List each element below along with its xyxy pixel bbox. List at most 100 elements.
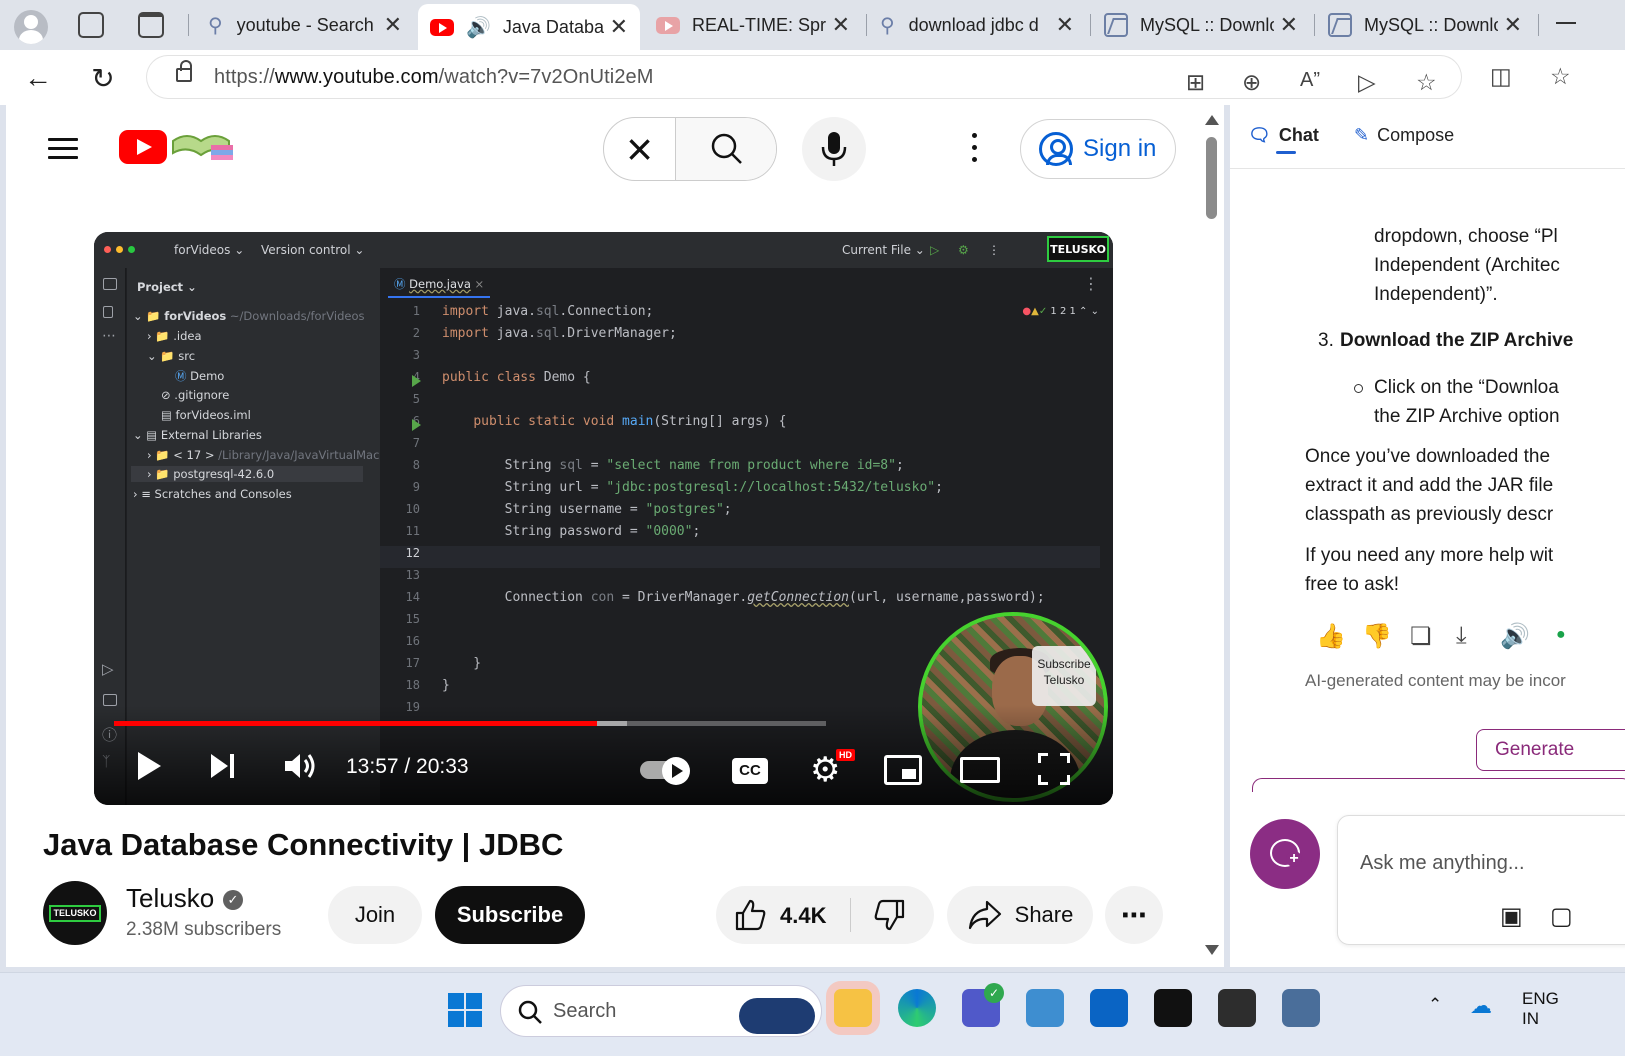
thumbs-up-icon[interactable]: 👍 (1316, 622, 1346, 651)
app-available-icon[interactable]: ⊞ (1186, 69, 1205, 96)
tab-youtube-search[interactable]: ⚲ youtube - Search ✕ (196, 4, 414, 46)
windows-start-icon[interactable] (448, 993, 482, 1027)
more-options-icon[interactable] (964, 133, 984, 167)
scroll-down-arrow-icon[interactable] (1205, 945, 1219, 955)
active-tab-indicator (1276, 151, 1296, 154)
page-scrollbar[interactable] (1200, 105, 1224, 967)
intellij-icon[interactable] (1154, 989, 1192, 1027)
tab-chat[interactable]: 🗨 Chat (1248, 125, 1319, 146)
ask-input[interactable]: Ask me anything... ▣ ▢ (1337, 815, 1625, 945)
code-line: 11 String password = "0000"; (405, 524, 701, 539)
editor-tab: Ⓜ Demo.java × (388, 268, 491, 298)
code-line: 8 String sql = "select name from product… (412, 458, 904, 473)
close-tab-icon[interactable]: ✕ (1274, 12, 1298, 38)
account-icon (1039, 132, 1073, 166)
profile-avatar-icon[interactable] (14, 10, 48, 44)
edge-browser-icon[interactable] (898, 989, 936, 1027)
generate-button[interactable]: Generate (1476, 729, 1625, 771)
channel-avatar-text: TELUSKO (49, 905, 101, 922)
code-line: 13 (405, 568, 420, 582)
miniplayer-icon[interactable] (884, 755, 922, 785)
tab-mysql-download-2[interactable]: MySQL :: Downlo ✕ (1316, 4, 1534, 46)
close-tab-icon[interactable]: ✕ (378, 12, 402, 38)
channel-avatar[interactable]: TELUSKO (43, 881, 107, 945)
theater-mode-icon[interactable] (960, 757, 1000, 783)
tray-chevron-icon[interactable]: ⌃ (1428, 995, 1442, 1015)
back-icon[interactable]: ← (20, 60, 56, 96)
terminal-icon[interactable] (1218, 989, 1256, 1027)
autoplay-toggle[interactable] (640, 757, 696, 785)
chat-text-line: extract it and add the JAR file (1305, 475, 1554, 496)
video-player[interactable]: forVideos ⌄ Version control ⌄ Current Fi… (94, 232, 1113, 805)
tab-actions-icon[interactable] (138, 12, 164, 38)
channel-name[interactable]: Telusko (126, 883, 214, 914)
search-box[interactable]: × (603, 117, 777, 181)
new-tab-icon[interactable] (1556, 22, 1576, 24)
outlook-icon[interactable] (1090, 989, 1128, 1027)
telusko-watermark: TELUSKO (1047, 236, 1109, 262)
menu-icon[interactable] (48, 138, 78, 160)
sign-in-button[interactable]: Sign in (1020, 119, 1176, 179)
next-video-icon[interactable] (208, 749, 238, 783)
close-tab-icon[interactable]: ✕ (826, 12, 850, 38)
join-button[interactable]: Join (328, 886, 422, 944)
tab-java-database[interactable]: 🔊 Java Databa ✕ (418, 4, 640, 50)
clear-search-icon[interactable]: × (604, 118, 676, 180)
notepad-icon[interactable] (1026, 989, 1064, 1027)
refresh-icon[interactable]: ↻ (85, 60, 121, 96)
add-image-icon[interactable]: ▣ (1500, 902, 1523, 931)
file-explorer-icon[interactable] (834, 989, 872, 1027)
speaker-icon[interactable]: 🔊 (466, 15, 491, 40)
close-tab-icon[interactable]: ✕ (1498, 12, 1522, 38)
tab-mysql-download-1[interactable]: MySQL :: Downlo ✕ (1092, 4, 1310, 46)
address-bar[interactable]: https://www.youtube.com/watch?v=7v2OnUti… (146, 55, 1462, 99)
favorites-icon[interactable]: ☆ (1550, 63, 1571, 90)
dislike-button[interactable] (852, 886, 934, 944)
suggestion-divider (1252, 778, 1625, 792)
video-enhance-icon[interactable]: ▷ (1358, 69, 1376, 96)
like-button[interactable]: 4.4K (716, 886, 850, 944)
close-tab-icon[interactable]: ✕ (1050, 12, 1074, 38)
fullscreen-icon[interactable] (1038, 753, 1070, 785)
scroll-thumb[interactable] (1206, 137, 1217, 219)
share-button[interactable]: Share (947, 886, 1093, 944)
favorite-star-icon[interactable]: ☆ (1416, 69, 1437, 96)
play-icon[interactable] (134, 749, 164, 783)
read-aloud-icon[interactable]: 🔊 (1500, 622, 1530, 651)
onedrive-icon[interactable]: ☁ (1470, 993, 1492, 1019)
tab-download-jdbc[interactable]: ⚲ download jdbc d ✕ (868, 4, 1086, 46)
tab-compose[interactable]: ✎ Compose (1354, 125, 1454, 146)
services-icon: ▷ (102, 660, 114, 678)
mysql-workbench-icon[interactable] (1282, 989, 1320, 1027)
language-indicator[interactable]: ENG IN (1522, 989, 1559, 1029)
captions-button[interactable]: CC (732, 758, 768, 784)
workspaces-icon[interactable] (78, 12, 104, 38)
search-button[interactable] (676, 118, 776, 180)
screenshot-icon[interactable]: ▢ (1550, 902, 1573, 931)
url-text[interactable]: https://www.youtube.com/watch?v=7v2OnUti… (214, 66, 654, 89)
split-screen-icon[interactable]: ◫ (1490, 63, 1512, 90)
lock-icon[interactable] (176, 60, 192, 82)
copy-icon[interactable]: ❏ (1410, 622, 1432, 651)
new-topic-button[interactable] (1250, 819, 1320, 889)
more-actions-button[interactable]: ⋯ (1105, 886, 1163, 944)
taskbar-search[interactable]: Search (500, 985, 822, 1037)
scroll-up-arrow-icon[interactable] (1205, 115, 1219, 125)
zoom-icon[interactable]: ⊕ (1242, 69, 1261, 96)
subscribe-button[interactable]: Subscribe (435, 886, 585, 944)
tree-item: › 📁 .idea (147, 329, 202, 343)
window-close-dot (104, 246, 111, 253)
voice-search-button[interactable] (802, 117, 866, 181)
tree-item: ⌄ 📁 src (147, 349, 196, 363)
read-aloud-icon[interactable]: A” (1300, 69, 1320, 92)
download-icon[interactable]: ⤓ (1456, 622, 1467, 650)
close-tab-icon[interactable]: ✕ (604, 14, 628, 40)
video-title: Java Database Connectivity | JDBC (43, 827, 564, 862)
volume-icon[interactable] (282, 749, 316, 783)
progress-bar[interactable] (114, 721, 826, 726)
tab-real-time-spring[interactable]: REAL-TIME: Sprin ✕ (644, 4, 862, 46)
ide-run-config: Current File ⌄ (842, 243, 925, 257)
ask-placeholder: Ask me anything... (1360, 852, 1525, 874)
thumbs-down-icon[interactable]: 👎 (1362, 622, 1392, 651)
youtube-logo[interactable] (119, 130, 167, 164)
